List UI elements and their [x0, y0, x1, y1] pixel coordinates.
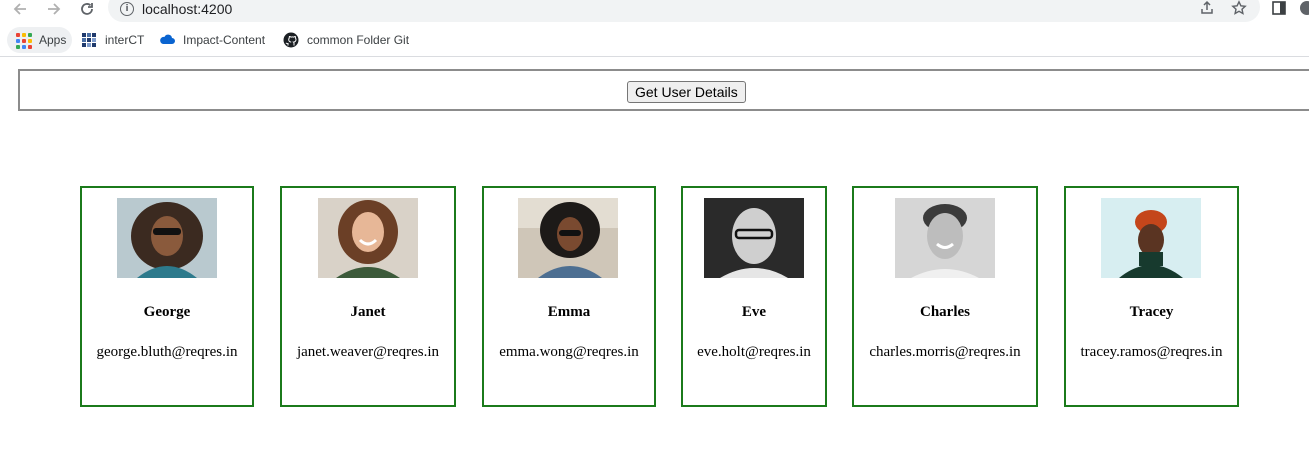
user-email: charles.morris@reqres.in	[869, 344, 1021, 360]
user-name: Janet	[350, 304, 386, 320]
browser-toolbar: i localhost:4200	[0, 0, 1309, 22]
user-name: Emma	[547, 304, 591, 320]
address-bar[interactable]: i localhost:4200	[108, 0, 1260, 22]
user-card: Emma emma.wong@reqres.in	[482, 186, 656, 407]
user-name: Charles	[920, 304, 970, 320]
bookmark-label: common Folder Git	[307, 33, 410, 47]
avatar	[1101, 198, 1201, 278]
url-text[interactable]: localhost:4200	[142, 1, 232, 17]
user-card: Janet janet.weaver@reqres.in	[280, 186, 456, 407]
user-card: Eve eve.holt@reqres.in	[681, 186, 827, 407]
user-name: George	[143, 304, 191, 320]
user-email: emma.wong@reqres.in	[499, 344, 639, 360]
avatar	[117, 198, 217, 278]
github-icon	[283, 32, 299, 48]
info-icon[interactable]: i	[120, 2, 134, 16]
intercept-icon	[81, 32, 97, 48]
user-email: janet.weaver@reqres.in	[296, 344, 440, 360]
arrow-left-icon[interactable]	[9, 0, 31, 20]
share-icon[interactable]	[1198, 0, 1216, 17]
header-container: Get User Details	[18, 69, 1309, 111]
profile-avatar[interactable]	[1298, 0, 1309, 17]
user-email: george.bluth@reqres.in	[96, 344, 238, 360]
bookmark-label: interCT	[105, 33, 145, 47]
bookmark-common-folder-git[interactable]: common Folder Git	[283, 27, 409, 53]
side-panel-icon[interactable]	[1270, 0, 1288, 17]
bookmark-impact-content[interactable]: Impact-Content	[159, 27, 265, 53]
bookmark-label: Impact-Content	[183, 33, 266, 47]
bookmark-label: Apps	[39, 33, 67, 47]
bookmarks-bar: Apps interCT Impact-Content common Folde…	[0, 26, 1309, 57]
avatar	[518, 198, 618, 278]
avatar	[704, 198, 804, 278]
user-name: Tracey	[1129, 304, 1174, 320]
user-name: Eve	[741, 304, 767, 320]
cloud-icon	[159, 32, 175, 48]
user-card: Charles charles.morris@reqres.in	[852, 186, 1038, 407]
get-user-details-button[interactable]: Get User Details	[627, 81, 746, 103]
user-email: eve.holt@reqres.in	[697, 344, 811, 360]
avatar	[318, 198, 418, 278]
user-card: George george.bluth@reqres.in	[80, 186, 254, 407]
bookmark-interct[interactable]: interCT	[81, 27, 144, 53]
reload-icon[interactable]	[76, 0, 98, 20]
apps-grid-icon	[15, 32, 32, 49]
star-icon[interactable]	[1230, 0, 1248, 17]
user-card: Tracey tracey.ramos@reqres.in	[1064, 186, 1239, 407]
avatar	[895, 198, 995, 278]
user-email: tracey.ramos@reqres.in	[1080, 344, 1223, 360]
arrow-right-icon[interactable]	[43, 0, 65, 20]
bookmark-apps[interactable]: Apps	[7, 27, 73, 53]
